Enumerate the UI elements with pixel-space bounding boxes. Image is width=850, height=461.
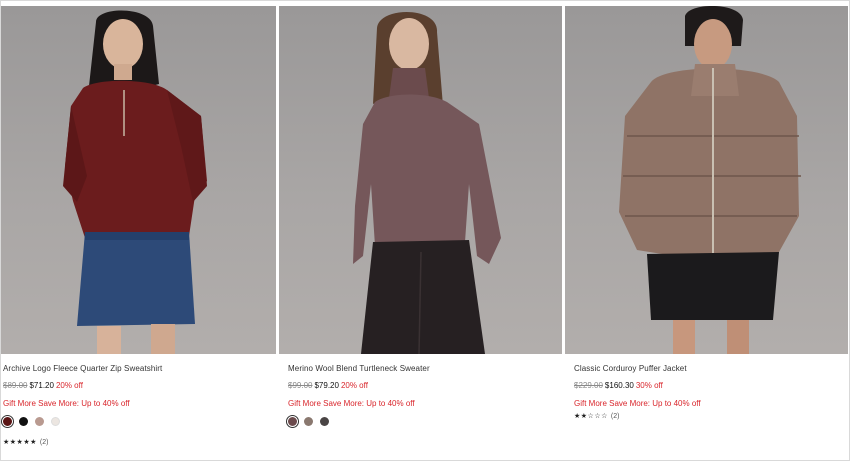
original-price: $229.00 [574, 381, 603, 390]
product-image[interactable] [565, 6, 848, 354]
star-rating-icon: ★★★★★ [3, 439, 37, 446]
product-card[interactable]: Merino Wool Blend Turtleneck Sweater $99… [279, 6, 562, 428]
product-title[interactable]: Merino Wool Blend Turtleneck Sweater [288, 364, 562, 373]
promo-text: Gift More Save More: Up to 40% off [288, 399, 415, 408]
price-line: $99.00 $79.20 20% off [288, 381, 562, 390]
discount-label: 20% off [340, 381, 368, 390]
sale-price: $160.30 [604, 381, 634, 390]
product-image[interactable] [279, 6, 562, 354]
sale-price: $79.20 [314, 381, 339, 390]
product-title[interactable]: Archive Logo Fleece Quarter Zip Sweatshi… [3, 364, 276, 373]
color-swatch[interactable] [304, 416, 313, 426]
review-count: (2) [39, 439, 49, 446]
sale-price: $71.20 [29, 381, 54, 390]
price-line: $229.00 $160.30 30% off [574, 381, 848, 390]
color-swatch[interactable] [320, 416, 329, 426]
original-price: $89.00 [3, 381, 28, 390]
rating[interactable]: ★★★★★ (2) [3, 438, 276, 446]
color-swatch[interactable] [51, 416, 60, 426]
color-swatch[interactable] [286, 414, 299, 428]
color-swatch[interactable] [19, 416, 28, 426]
color-swatches [1, 414, 276, 428]
price-line: $89.00 $71.20 20% off [3, 381, 276, 390]
discount-label: 30% off [635, 381, 663, 390]
promo-text: Gift More Save More: Up to 40% off [574, 399, 701, 408]
product-image[interactable] [1, 6, 276, 354]
promo-text: Gift More Save More: Up to 40% off [3, 399, 130, 408]
color-swatches [286, 414, 562, 428]
discount-label: 20% off [55, 381, 83, 390]
product-card[interactable]: Archive Logo Fleece Quarter Zip Sweatshi… [1, 6, 276, 446]
star-rating-icon: ★★☆☆☆ [574, 413, 608, 420]
product-title[interactable]: Classic Corduroy Puffer Jacket [574, 364, 848, 373]
original-price: $99.00 [288, 381, 313, 390]
rating[interactable]: ★★☆☆☆ (2) [574, 412, 848, 420]
review-count: (2) [610, 413, 620, 420]
color-swatch[interactable] [35, 416, 44, 426]
color-swatch[interactable] [1, 414, 14, 428]
product-card[interactable]: Classic Corduroy Puffer Jacket $229.00 $1… [565, 6, 848, 420]
